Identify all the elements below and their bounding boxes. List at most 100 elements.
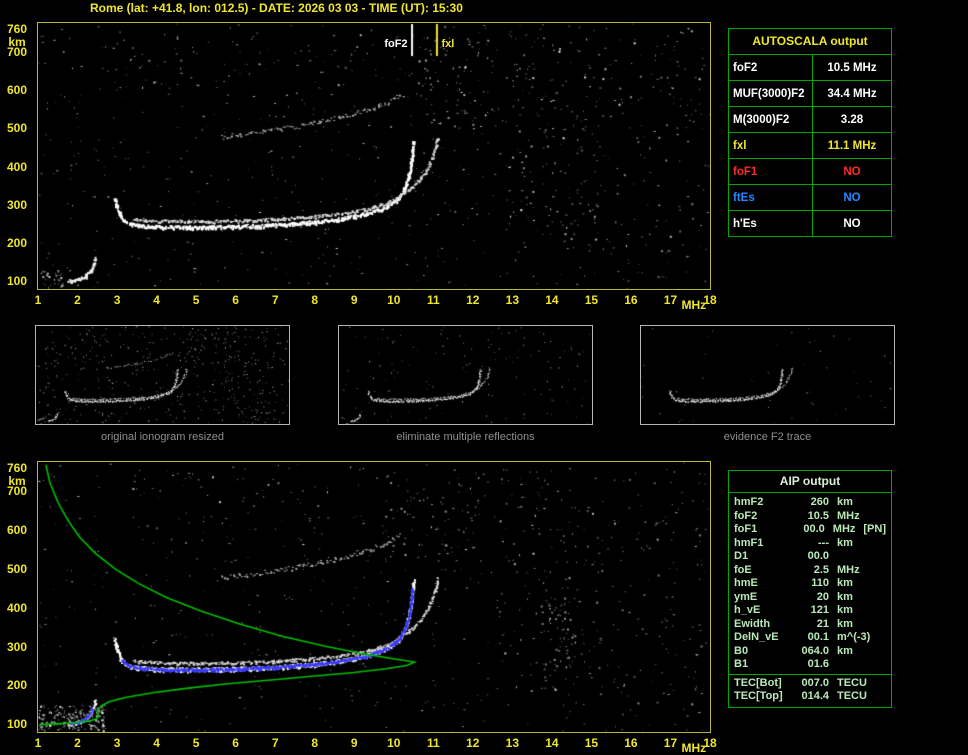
autoscala-param-name: h'Es [729, 211, 813, 236]
x-tick-label: 6 [232, 293, 239, 307]
aip-name: foF1 [734, 523, 758, 535]
x-tick-label: 10 [387, 736, 401, 750]
aip-unit: MHz [837, 563, 860, 576]
autoscala-param-name: fxl [729, 133, 813, 158]
aip-value: 00.1 [807, 631, 829, 643]
thumbnail-caption-original: original ionogram resized [101, 431, 224, 443]
aip-output-panel: AIP output hmF2 260 km foF2 10.5 MHz foF1 00.0 M… [728, 470, 892, 708]
aip-value: 20 [816, 590, 829, 603]
x-tick-label: 4 [153, 293, 160, 307]
aip-row-DelN_vE: DelN_vE 00.1 m^(-3) [729, 631, 891, 645]
aip-unit: MHz [832, 523, 856, 535]
x-tick-label: 14 [545, 293, 559, 307]
aip-row-h_vE: h_vE 121 km [729, 604, 891, 618]
x-tick-label: 7 [271, 736, 279, 750]
aip-unit: km [837, 496, 853, 508]
x-tick-label: 1 [34, 293, 42, 307]
aip-unit: km [837, 617, 853, 630]
thumbnail-original-ionogram [35, 325, 290, 425]
aip-row-hmE: hmE 110 km [729, 577, 891, 591]
x-tick-label: 1 [34, 736, 42, 750]
aip-name: B1 [734, 658, 749, 670]
aip-row-hmF1: hmF1 --- km [729, 537, 891, 551]
aip-value: 10.5 [807, 509, 829, 522]
autoscala-row-ftEs: ftEs NO [729, 185, 891, 211]
aip-value: 014.4 [801, 690, 829, 702]
aip-row-foF2: foF2 10.5 MHz [729, 510, 891, 524]
y-tick-label: 500 [6, 561, 28, 576]
aip-name: h_vE [734, 604, 761, 616]
aip-value: 2.5 [813, 563, 829, 576]
autoscala-row-M(3000)F2: M(3000)F2 3.28 [729, 107, 891, 133]
y-tick-label: 300 [6, 197, 28, 212]
aip-unit: km [837, 604, 853, 616]
aip-value: 21 [816, 617, 829, 630]
aip-row-foF1: foF1 00.0 MHz [PN] [729, 523, 891, 537]
x-tick-label: 9 [350, 736, 358, 750]
page-title: Rome (lat: +41.8, lon: 012.5) - DATE: 20… [90, 1, 463, 15]
aip-unit: TECU [837, 690, 867, 702]
autoscala-param-name: M(3000)F2 [729, 107, 813, 132]
main-ionogram-plot [37, 22, 711, 290]
x-tick-label: 8 [311, 736, 319, 750]
thumbnail-caption-evidence: evidence F2 trace [723, 431, 812, 443]
aip-name: hmF1 [734, 536, 764, 549]
x-tick-label: 2 [74, 293, 81, 307]
aip-row-B0: B0 064.0 km [729, 645, 891, 659]
thumbnail-eliminate-reflections [338, 325, 593, 425]
aip-value: 01.6 [807, 658, 829, 670]
x-tick-label: 5 [192, 293, 200, 307]
autoscala-param-name: ftEs [729, 185, 813, 210]
aip-unit: km [837, 577, 853, 589]
aip-row-D1: D1 00.0 [729, 550, 891, 564]
x-tick-label: 15 [584, 736, 599, 750]
aip-name: Ewidth [734, 617, 771, 630]
x-tick-label: 5 [192, 736, 200, 750]
x-axis-unit: MHz [681, 741, 707, 755]
aip-value: 260 [810, 496, 829, 508]
x-tick-label: 12 [466, 736, 480, 750]
autoscala-param-name: MUF(3000)F2 [729, 81, 813, 106]
aip-row-ymE: ymE 20 km [729, 591, 891, 605]
autoscala-output-header: AUTOSCALA output [729, 29, 891, 55]
aip-name: hmE [734, 577, 758, 589]
aip-name: foF2 [734, 509, 758, 522]
aip-value: 00.0 [807, 550, 829, 562]
x-tick-label: 8 [311, 293, 319, 307]
thumbnail-original-canvas [36, 326, 289, 424]
x-tick-label: 17 [663, 293, 678, 307]
x-axis-unit: MHz [681, 298, 707, 312]
x-tick-label: 10 [387, 293, 401, 307]
aip-name: B0 [734, 644, 749, 657]
y-tick-label: 400 [6, 159, 28, 174]
marker-label-foF2: foF2 [384, 38, 408, 50]
x-tick-label: 4 [153, 736, 160, 750]
y-tick-label: 760 [6, 21, 28, 36]
profile-ionogram-canvas [38, 462, 710, 732]
y-tick-label: 760 [6, 460, 28, 475]
aip-name: D1 [734, 550, 749, 562]
y-tick-label: 400 [6, 600, 28, 615]
main-ionogram-canvas [38, 23, 710, 289]
autoscala-param-name: foF2 [729, 55, 813, 80]
aip-name: foE [734, 563, 752, 576]
autoscala-row-h'Es: h'Es NO [729, 211, 891, 236]
autoscala-param-value: NO [843, 217, 861, 230]
aip-unit: km [837, 644, 853, 657]
autoscala-rows: foF2 10.5 MHz MUF(3000)F2 34.4 MHz M(3000)F2… [729, 55, 891, 236]
aip-extra: [PN] [863, 523, 886, 535]
x-tick-label: 9 [350, 293, 358, 307]
x-tick-label: 12 [466, 293, 480, 307]
aip-output-header: AIP output [729, 471, 891, 493]
y-tick-label: 600 [6, 522, 28, 537]
aip-rows: hmF2 260 km foF2 10.5 MHz foF1 00.0 MHz [PN] hmF1-… [729, 496, 891, 704]
aip-row-hmF2: hmF2 260 km [729, 496, 891, 510]
thumbnail-caption-eliminate: eliminate multiple reflections [396, 431, 535, 443]
y-axis-unit: km [8, 473, 26, 488]
autoscala-param-value: 3.28 [840, 113, 864, 126]
x-tick-label: 11 [426, 293, 440, 307]
autoscala-param-value: NO [843, 191, 861, 204]
autoscala-param-name: foF1 [729, 159, 813, 184]
x-tick-label: 17 [663, 736, 678, 750]
aip-row-B1: B1 01.6 [729, 658, 891, 672]
